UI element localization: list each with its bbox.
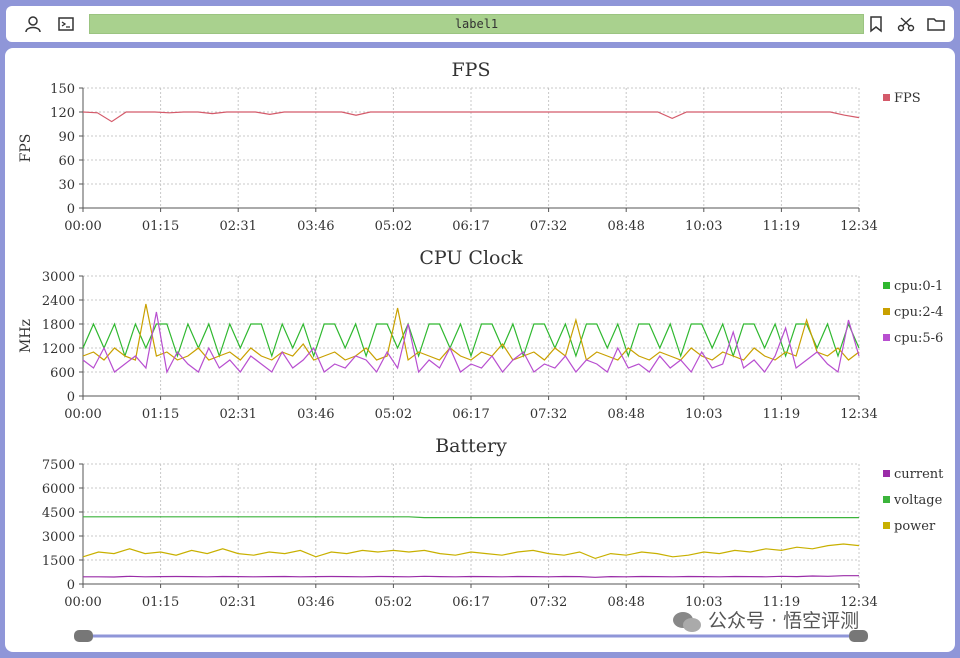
series-line-current [83,575,859,578]
y-tick-label: 3000 [42,530,75,545]
x-tick-label: 07:32 [530,407,567,422]
chart-title: FPS [452,59,491,81]
x-tick-label: 10:03 [685,219,722,234]
legend-label: cpu:0-1 [894,279,943,294]
legend-label: cpu:5-6 [894,331,943,346]
y-tick-label: 2400 [42,294,75,309]
y-tick-label: 6000 [42,482,75,497]
x-tick-label: 02:31 [219,219,256,234]
slider-start-handle[interactable] [74,630,93,642]
cpu-clock-chart: CPU Clock 0 600 1200 1800 2400 3000 00:00 01:15 0… [18,247,943,422]
y-tick-label: 30 [58,178,75,193]
x-tick-label: 05:02 [375,595,412,610]
y-tick-label: 7500 [42,458,75,473]
legend-swatch [883,470,890,477]
x-tick-label: 06:17 [452,407,489,422]
x-tick-label: 00:00 [64,595,101,610]
y-tick-label: 90 [58,130,75,145]
legend-swatch [883,308,890,315]
x-tick-label: 05:02 [375,407,412,422]
legend-label: cpu:2-4 [894,305,943,320]
y-tick-label: 1800 [42,318,75,333]
wechat-icon [672,611,702,633]
x-tick-label: 08:48 [607,407,644,422]
y-tick-label: 600 [50,366,75,381]
x-tick-label: 07:32 [530,219,567,234]
y-tick-label: 1500 [42,554,75,569]
x-tick-label: 01:15 [142,595,179,610]
x-tick-label: 08:48 [607,595,644,610]
y-axis-label: FPS [18,134,34,163]
x-tick-label: 00:00 [64,407,101,422]
y-tick-label: 3000 [42,270,75,285]
y-tick-label: 120 [50,106,75,121]
y-tick-label: 150 [50,82,75,97]
x-tick-label: 11:19 [763,407,800,422]
x-tick-label: 08:48 [607,219,644,234]
x-tick-label: 10:03 [685,407,722,422]
legend-label: FPS [894,91,921,106]
x-tick-label: 07:32 [530,595,567,610]
x-tick-label: 00:00 [64,219,101,234]
x-tick-label: 01:15 [142,219,179,234]
chart-title: Battery [435,435,507,457]
legend-swatch [883,94,890,101]
x-tick-label: 06:17 [452,219,489,234]
x-tick-label: 06:17 [452,595,489,610]
x-tick-label: 03:46 [297,595,334,610]
legend-label: power [894,519,936,534]
x-tick-label: 12:34 [840,219,877,234]
legend-swatch [883,522,890,529]
fps-chart: FPS 0 30 60 90 120 150 00:00 01:15 02:31 03:46 05:0… [18,59,921,234]
y-tick-label: 0 [67,578,75,593]
watermark: 公众号 · 悟空评测 [672,606,859,633]
y-tick-label: 0 [67,202,75,217]
chart-title: CPU Clock [419,247,523,269]
x-tick-label: 01:15 [142,407,179,422]
x-tick-label: 03:46 [297,407,334,422]
x-tick-label: 02:31 [219,595,256,610]
battery-chart: Battery 0 1500 3000 4500 6000 7500 00:00 01:15 02… [42,435,944,610]
x-tick-label: 03:46 [297,219,334,234]
legend-swatch [883,282,890,289]
x-tick-label: 12:34 [840,407,877,422]
y-tick-label: 60 [58,154,75,169]
x-tick-label: 05:02 [375,219,412,234]
x-tick-label: 02:31 [219,407,256,422]
x-tick-label: 11:19 [763,219,800,234]
legend-swatch [883,334,890,341]
legend-label: voltage [893,493,943,508]
y-tick-label: 1200 [42,342,75,357]
charts-canvas: FPS 0 30 60 90 120 150 00:00 01:15 02:31 03:46 05:0… [18,59,944,642]
legend-label: current [894,467,944,482]
legend-swatch [883,496,890,503]
y-axis-label: MHz [18,319,34,353]
y-tick-label: 4500 [42,506,75,521]
y-tick-label: 0 [67,390,75,405]
